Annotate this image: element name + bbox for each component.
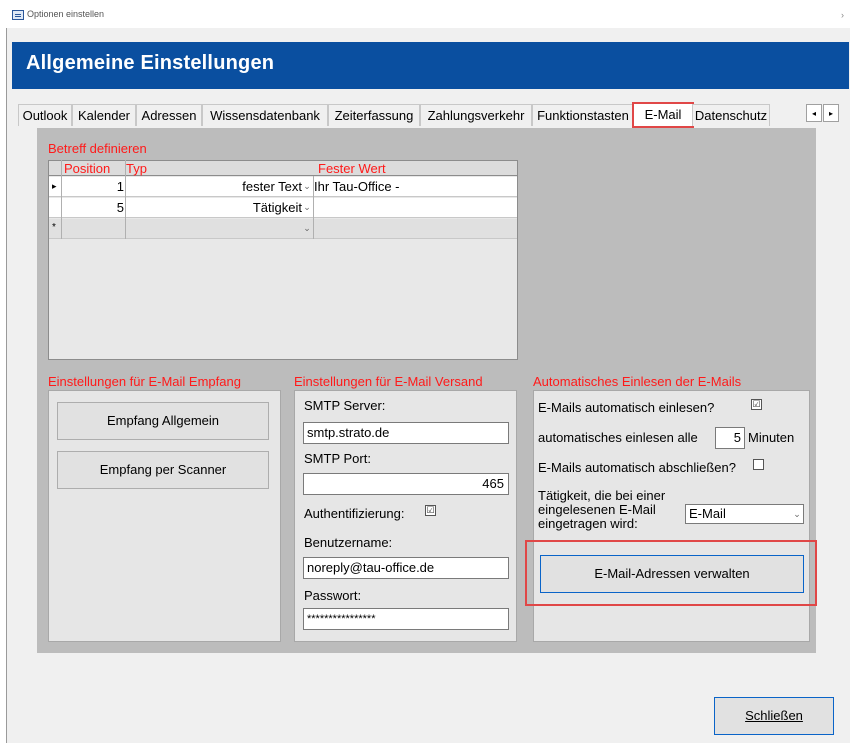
row-type[interactable]: fester Text [126, 177, 302, 197]
auth-checkbox[interactable]: ☑ [425, 505, 436, 516]
password-input[interactable]: **************** [303, 608, 509, 630]
password-label: Passwort: [304, 588, 362, 603]
smtp-server-input[interactable]: smtp.strato.de [303, 422, 509, 444]
window-title: Optionen einstellen [27, 9, 105, 19]
manage-email-addresses-button[interactable]: E-Mail-Adressen verwalten [540, 555, 804, 593]
smtp-port-input[interactable]: 465 [303, 473, 509, 495]
window-titlebar [0, 0, 850, 28]
table-row-new[interactable] [49, 219, 517, 239]
auto-close-label: E-Mails automatisch abschließen? [538, 460, 736, 475]
column-fester-wert: Fester Wert [318, 161, 386, 176]
tab-kalender[interactable]: Kalender [72, 104, 136, 126]
activity-label-1: Tätigkeit, die bei einer [538, 488, 666, 503]
tab-funktionstasten[interactable]: Funktionstasten [532, 104, 634, 126]
auto-read-checkbox[interactable]: ☑ [751, 399, 762, 410]
auto-close-checkbox[interactable] [753, 459, 764, 470]
smtp-port-label: SMTP Port: [304, 451, 371, 466]
form-icon [12, 10, 24, 20]
auto-read-label: E-Mails automatisch einlesen? [538, 400, 715, 415]
column-position: Position [64, 161, 111, 176]
column-typ: Typ [126, 161, 147, 176]
interval-label: automatisches einlesen alle [538, 430, 698, 445]
row-type[interactable]: Tätigkeit [126, 198, 302, 218]
chevron-down-icon[interactable]: ⌄ [302, 181, 312, 192]
activity-label-3: eingetragen wird: [538, 516, 638, 531]
row-position[interactable]: 1 [62, 177, 124, 197]
tab-zahlungsverkehr[interactable]: Zahlungsverkehr [420, 104, 532, 126]
activity-select[interactable]: E-Mail [685, 504, 804, 524]
row-position[interactable]: 5 [62, 198, 124, 218]
chevron-down-icon[interactable]: ⌄ [302, 223, 312, 234]
subject-heading: Betreff definieren [48, 141, 147, 156]
row-value[interactable] [314, 198, 514, 218]
tab-scroll-right-icon[interactable]: ▸ [823, 104, 839, 122]
window-left-border [6, 28, 7, 743]
interval-unit: Minuten [748, 430, 795, 445]
tab-adressen[interactable]: Adressen [136, 104, 202, 126]
tab-datenschutz[interactable]: Datenschutz [692, 104, 770, 126]
tab-scroll-left-icon[interactable]: ◂ [806, 104, 822, 122]
auto-heading: Automatisches Einlesen der E-Mails [533, 374, 742, 389]
tab-wissensdatenbank[interactable]: Wissensdatenbank [202, 104, 328, 126]
row-value[interactable]: Ihr Tau-Office - [314, 177, 514, 197]
chevron-down-icon[interactable]: ⌄ [792, 509, 802, 520]
smtp-server-label: SMTP Server: [304, 398, 386, 413]
auth-label: Authentifizierung: [304, 506, 405, 521]
tab-email[interactable]: E-Mail [632, 102, 694, 128]
username-input[interactable]: noreply@tau-office.de [303, 557, 509, 579]
tab-outlook[interactable]: Outlook [18, 104, 72, 126]
close-button[interactable]: Schließen [714, 697, 834, 735]
subject-grid-header [48, 160, 518, 176]
tab-zeiterfassung[interactable]: Zeiterfassung [328, 104, 420, 126]
activity-label-2: eingelesenen E-Mail [538, 502, 656, 517]
chevron-down-icon[interactable]: ⌄ [302, 202, 312, 213]
grid-line [61, 160, 62, 239]
interval-input[interactable]: 5 [715, 427, 745, 449]
receive-heading: Einstellungen für E-Mail Empfang [48, 374, 241, 389]
page-title: Allgemeine Einstellungen [26, 52, 275, 74]
close-icon[interactable]: › [841, 10, 844, 20]
send-heading: Einstellungen für E-Mail Versand [294, 374, 483, 389]
receive-scanner-button[interactable]: Empfang per Scanner [57, 451, 269, 489]
username-label: Benutzername: [304, 535, 393, 550]
grid-line [313, 176, 314, 239]
receive-general-button[interactable]: Empfang Allgemein [57, 402, 269, 440]
grid-line [125, 160, 126, 239]
